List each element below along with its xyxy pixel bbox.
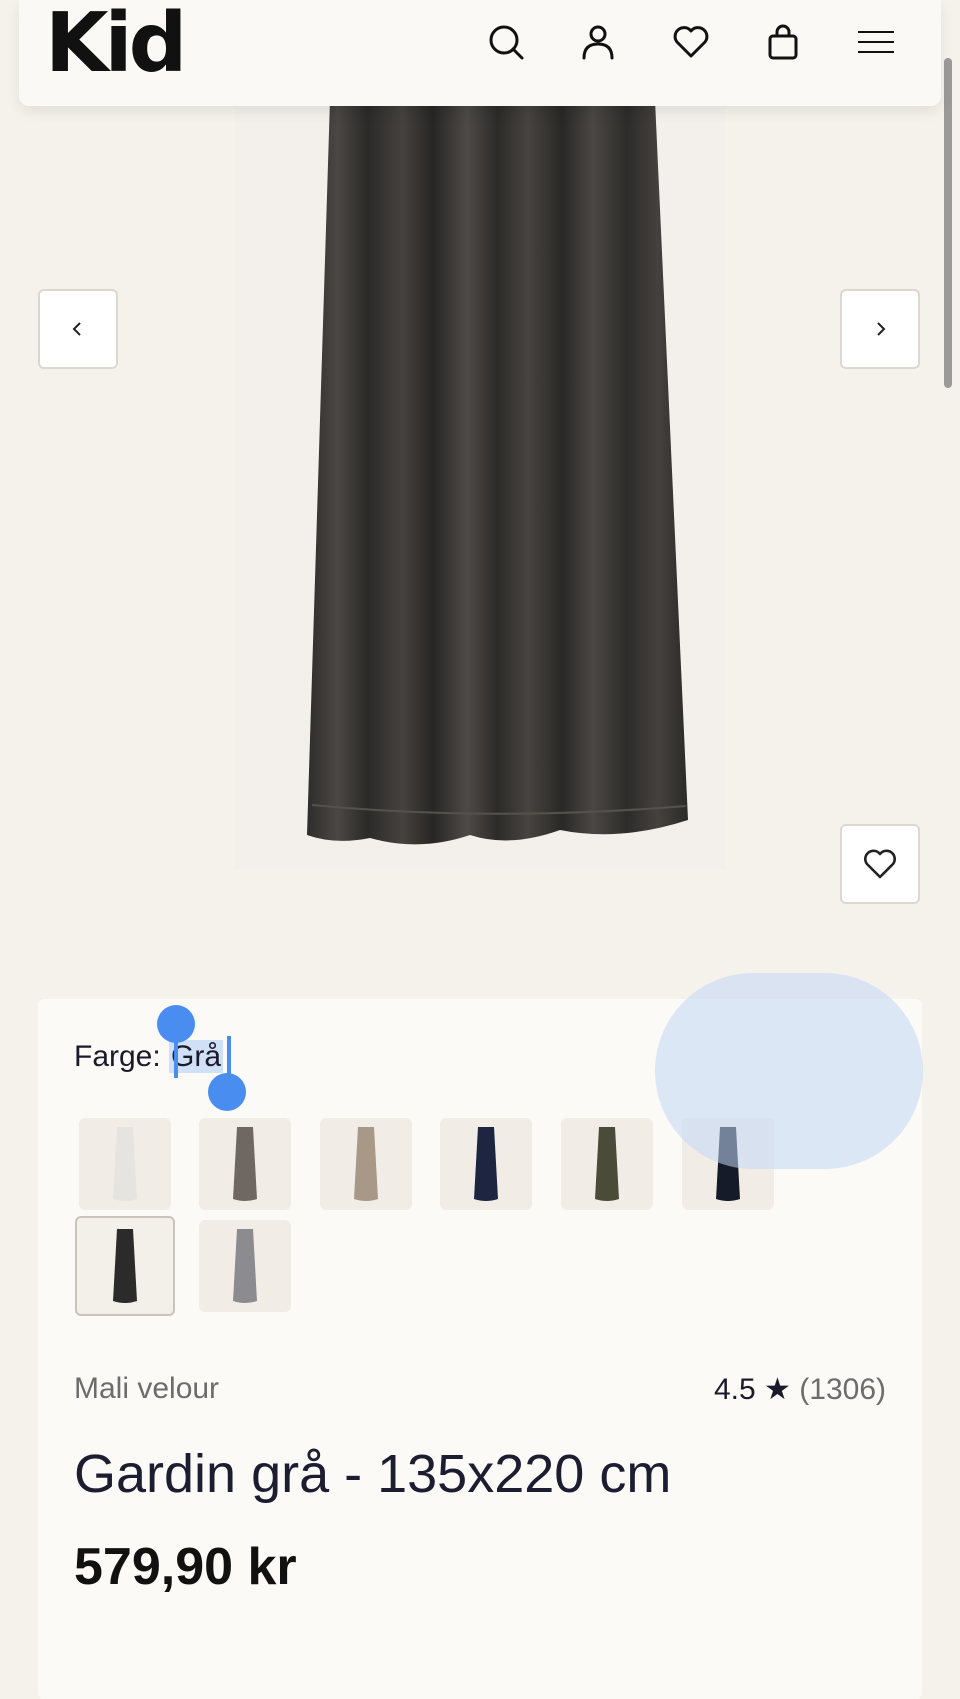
menu-button[interactable] (852, 18, 900, 66)
curtain-swatch-image (113, 1229, 137, 1303)
text-selection-start-handle[interactable] (157, 1005, 195, 1043)
color-swatch[interactable] (320, 1118, 412, 1210)
search-button[interactable] (482, 18, 530, 66)
previous-image-button[interactable] (38, 289, 118, 369)
curtain-swatch-image (233, 1127, 257, 1201)
menu-icon (858, 31, 894, 53)
cart-icon (768, 24, 798, 60)
rating-value: 4.5 ★ (714, 1373, 791, 1406)
color-label: Farge: (74, 1040, 170, 1073)
text-selection-end-bar (227, 1036, 231, 1078)
touch-indicator (655, 973, 923, 1169)
color-swatch-selected[interactable] (75, 1216, 175, 1316)
chevron-right-icon (877, 322, 886, 336)
color-selection-label: Farge: Grå (74, 1040, 224, 1074)
curtain-swatch-image (595, 1127, 619, 1201)
search-icon (489, 25, 524, 60)
color-swatch[interactable] (79, 1118, 171, 1210)
product-rating[interactable]: 4.5 ★ (1306) (714, 1372, 886, 1407)
product-price: 579,90 kr (74, 1538, 297, 1596)
curtain-swatch-image (474, 1127, 498, 1201)
cart-button[interactable] (759, 18, 807, 66)
page-scrollbar[interactable] (944, 58, 952, 388)
add-to-wishlist-button[interactable] (840, 824, 920, 904)
product-brand[interactable]: Mali velour (74, 1372, 219, 1406)
review-count: (1306) (799, 1373, 886, 1406)
curtain-image[interactable] (0, 0, 960, 960)
text-selection-end-handle[interactable] (208, 1073, 246, 1111)
wishlist-button[interactable] (667, 18, 715, 66)
kid-logo[interactable]: Kid (45, 0, 187, 94)
color-swatch[interactable] (199, 1220, 291, 1312)
curtain-swatch-image (354, 1127, 378, 1201)
next-image-button[interactable] (840, 289, 920, 369)
heart-icon (864, 849, 896, 879)
color-swatch[interactable] (561, 1118, 653, 1210)
color-swatch[interactable] (440, 1118, 532, 1210)
color-swatch[interactable] (199, 1118, 291, 1210)
site-header: Kid (19, 0, 941, 106)
product-title: Gardin grå - 135x220 cm (74, 1444, 672, 1504)
curtain-swatch-image (113, 1127, 137, 1201)
account-icon (582, 25, 614, 60)
account-button[interactable] (574, 18, 622, 66)
wishlist-icon (673, 26, 709, 58)
chevron-left-icon (72, 322, 81, 336)
product-gallery (0, 0, 960, 960)
curtain-swatch-image (233, 1229, 257, 1303)
